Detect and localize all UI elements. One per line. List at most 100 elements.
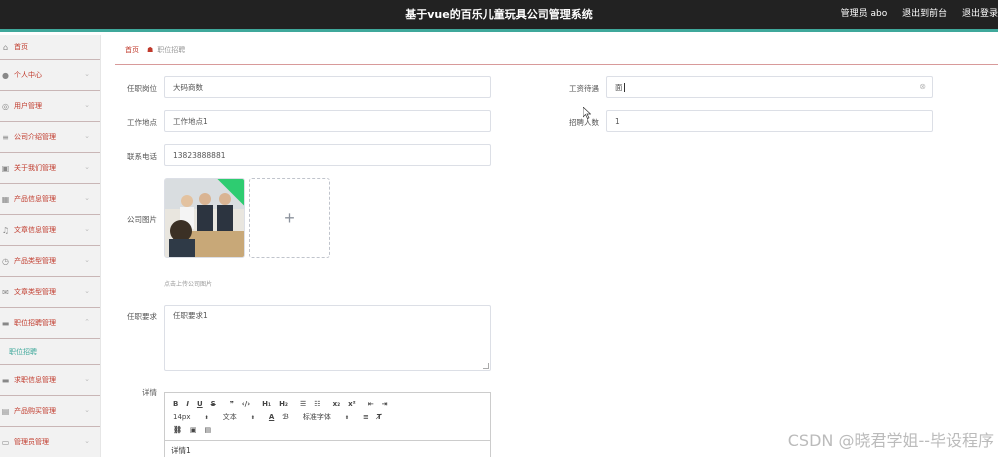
indent-icon[interactable]: ⇥ [382,400,388,408]
chevron-down-icon: ⌄ [84,163,90,171]
requirement-label: 任职要求 [127,312,157,321]
font-size-select[interactable]: 14px ⬍ [173,413,209,421]
sidebar-item-admins[interactable]: ▭ 管理员管理 ⌄ [0,427,100,457]
requirement-textarea[interactable]: 任职要求1 [164,305,491,371]
font-family-value: 标准字体 [302,412,331,421]
monitor-icon: ▬ [1,318,10,328]
headcount-label: 招聘人数 [569,118,599,127]
video-icon[interactable]: ▤ [205,426,212,434]
sidebar-item-home[interactable]: ⌂ 首页 [0,35,100,60]
sidebar-item-label: 产品类型管理 [14,257,56,265]
mail-icon: ✉ [2,287,9,297]
sidebar-item-label: 首页 [14,43,28,51]
sidebar-item-label: 用户管理 [14,102,42,110]
bold-button[interactable]: B [173,400,178,408]
grid-icon: ▦ [1,194,10,204]
location-label: 工作地点 [127,118,157,127]
chevron-down-icon: ⌄ [84,225,90,233]
underline-button[interactable]: U [197,400,203,408]
paragraph-select[interactable]: 文本 ⬍ [223,412,255,422]
sidebar-item-label: 产品购买管理 [14,407,56,415]
background-color-icon[interactable]: ℬ [282,413,289,421]
sidebar-item-label: 文章类型管理 [14,288,56,296]
sidebar-item-label: 求职信息管理 [14,376,56,384]
detail-value: 详情1 [171,446,191,455]
text-caret [623,82,625,92]
editor-content[interactable]: 详情1 [165,441,490,457]
phone-input[interactable]: 13823888881 [164,144,491,166]
select-arrow-icon: ⬍ [250,414,255,421]
sidebar-item-label: 文章信息管理 [14,226,56,234]
sidebar-subitem-recruitment[interactable]: 职位招聘 [0,339,100,365]
add-image-button[interactable]: + [249,178,330,258]
position-input[interactable]: 大码商数 [164,76,491,98]
select-arrow-icon: ⬍ [204,414,209,421]
link-icon[interactable]: ⛓ [173,426,182,434]
sidebar-item-recruitment[interactable]: ▬ 职位招聘管理 ⌃ [0,308,100,339]
chevron-down-icon: ⌄ [84,70,90,78]
sidebar-item-purchases[interactable]: ▤ 产品购买管理 ⌄ [0,396,100,427]
chevron-up-icon: ⌃ [84,318,90,326]
quote-icon[interactable]: ❞ [230,400,234,408]
sidebar-item-job-seekers[interactable]: ▬ 求职信息管理 ⌄ [0,365,100,396]
salary-input[interactable]: 面 ⊗ [606,76,933,98]
headcount-value: 1 [615,116,620,126]
chevron-down-icon: ⌄ [84,437,90,445]
code-icon[interactable]: ‹/› [242,400,250,408]
breadcrumb-home[interactable]: 首页 [125,45,139,55]
main-content: 首页 ☗ 职位招聘 任职岗位 大码商数 工资待遇 面 ⊗ 工作地点 工作地点1 … [115,35,998,457]
chevron-down-icon: ⌄ [84,101,90,109]
sidebar-item-users[interactable]: ◎ 用户管理 ⌄ [0,91,100,122]
strike-button[interactable]: S [211,400,216,408]
outdent-icon[interactable]: ⇤ [368,400,374,408]
phone-label: 联系电话 [127,152,157,161]
users-icon: ◎ [2,101,9,111]
align-icon[interactable]: ≡ [363,413,369,421]
position-value: 大码商数 [173,82,203,92]
uploaded-image-thumbnail[interactable]: ✓ [164,178,245,258]
cart-icon: ▤ [1,406,10,416]
font-size-value: 14px [173,412,191,421]
sidebar-item-articles[interactable]: ♫ 文章信息管理 ⌄ [0,215,100,246]
ordered-list-icon[interactable]: ☰ [300,400,306,408]
font-color-icon[interactable]: A [269,413,274,421]
chevron-down-icon: ⌄ [84,375,90,383]
sidebar-item-label: 个人中心 [14,71,42,79]
sidebar-item-about[interactable]: ▣ 关于我们管理 ⌄ [0,153,100,184]
sidebar: ⌂ 首页 ● 个人中心 ⌄ ◎ 用户管理 ⌄ ≡ 公司介绍管理 ⌄ ▣ 关于我们… [0,35,101,457]
breadcrumb: 首页 ☗ 职位招聘 [115,35,998,65]
salary-value: 面 [615,82,623,92]
detail-label: 详情 [142,388,157,397]
home-icon: ⌂ [2,42,9,52]
chevron-down-icon: ⌄ [84,256,90,264]
position-label: 任职岗位 [127,84,157,93]
resize-handle[interactable] [483,363,489,369]
superscript-button[interactable]: x² [348,400,356,408]
headcount-input[interactable]: 1 [606,110,933,132]
heading2-button[interactable]: H₂ [279,400,288,408]
logout-link[interactable]: 退出登录 [962,9,998,19]
sidebar-item-product-types[interactable]: ◷ 产品类型管理 ⌄ [0,246,100,277]
sidebar-item-products[interactable]: ▦ 产品信息管理 ⌄ [0,184,100,215]
chevron-down-icon: ⌄ [84,406,90,414]
exit-front-link[interactable]: 退出到前台 [902,9,947,19]
clear-format-icon[interactable]: T̸ [377,413,382,421]
bell-icon: ♫ [1,225,10,235]
sidebar-item-company[interactable]: ≡ 公司介绍管理 ⌄ [0,122,100,153]
sidebar-item-profile[interactable]: ● 个人中心 ⌄ [0,60,100,91]
sidebar-item-label: 产品信息管理 [14,195,56,203]
image-icon[interactable]: ▣ [190,426,197,434]
sidebar-item-article-types[interactable]: ✉ 文章类型管理 ⌄ [0,277,100,308]
clock-icon: ◷ [2,256,9,266]
mouse-cursor-icon [583,107,591,119]
clear-icon[interactable]: ⊗ [919,82,926,91]
bullet-list-icon[interactable]: ☷ [314,400,320,408]
italic-button[interactable]: I [186,400,189,408]
paragraph-value: 文本 [222,412,237,421]
location-input[interactable]: 工作地点1 [164,110,491,132]
heading1-button[interactable]: H₁ [262,400,271,408]
font-family-select[interactable]: 标准字体 ⬍ [303,412,349,422]
sidebar-item-label: 管理员管理 [14,438,49,446]
subscript-button[interactable]: x₂ [333,400,341,408]
phone-value: 13823888881 [173,150,226,160]
